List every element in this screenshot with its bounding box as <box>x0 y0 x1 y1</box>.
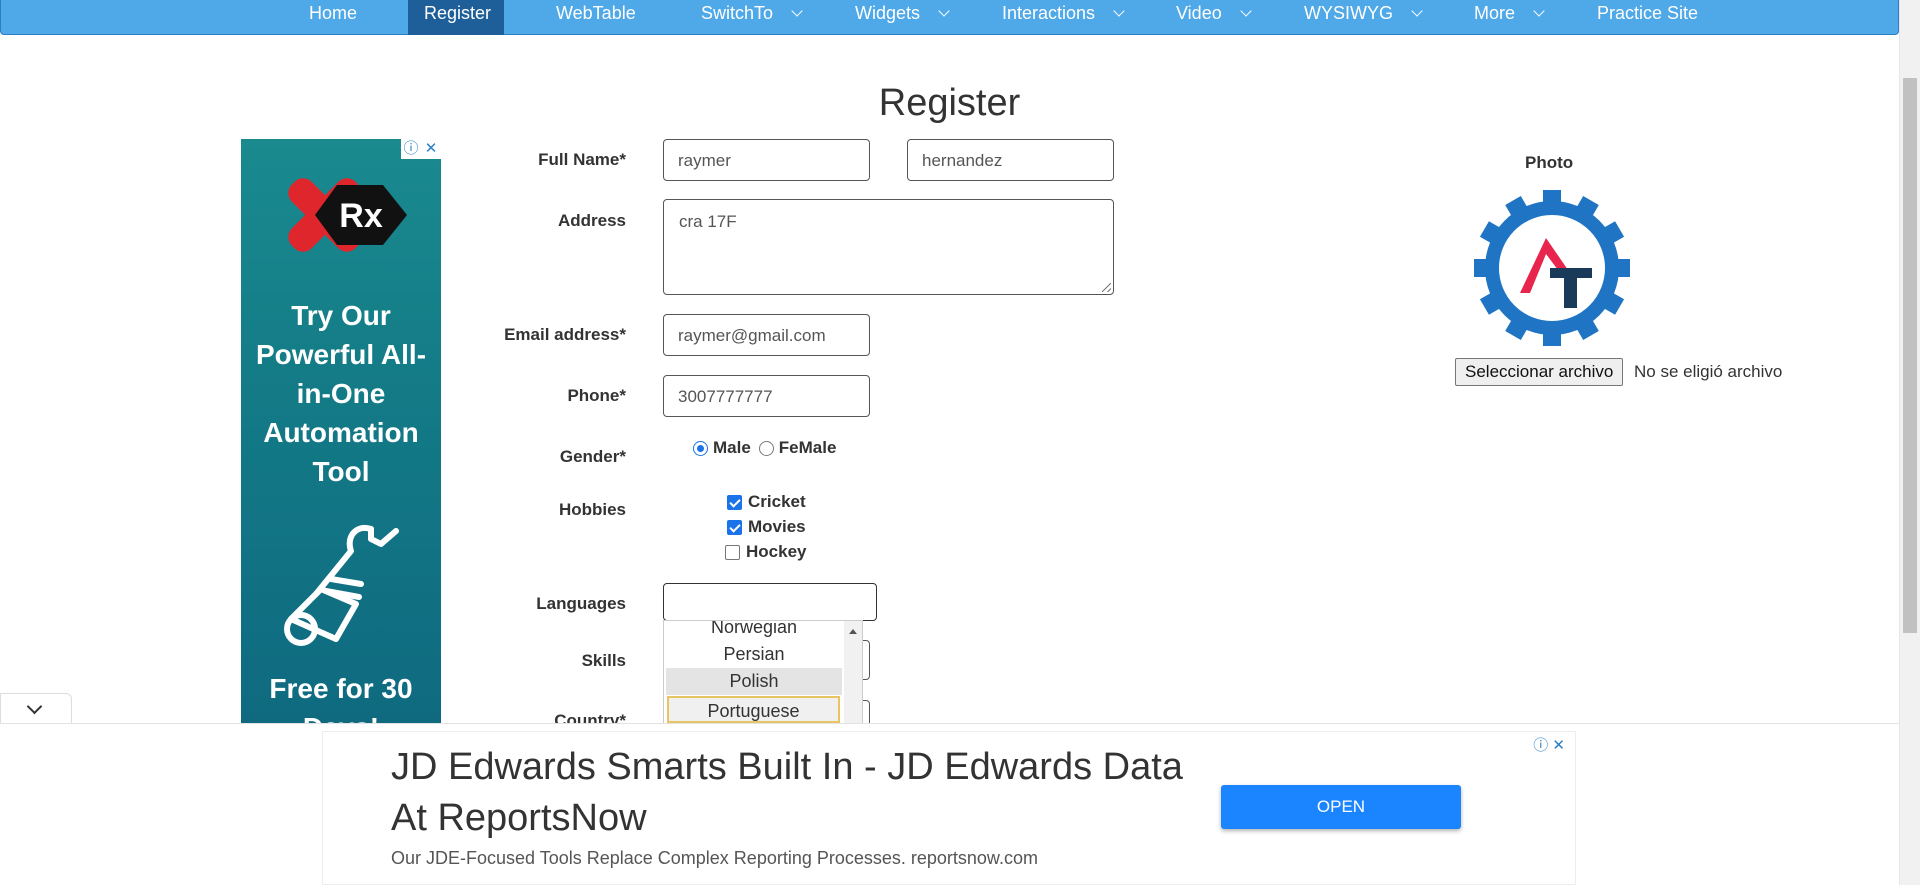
address-value: cra 17F <box>679 212 737 231</box>
chevron-down-icon <box>1533 5 1545 17</box>
chevron-down-icon <box>938 5 950 17</box>
chevron-down-icon <box>1411 5 1423 17</box>
nav-widgets-label: Widgets <box>855 3 921 23</box>
nav-video-label: Video <box>1176 3 1222 23</box>
hobby-hockey: Hockey <box>725 542 806 562</box>
hobby-hockey-checkbox[interactable] <box>725 544 740 560</box>
top-nav: Home Register WebTable SwitchTo Widgets … <box>0 0 1899 35</box>
nav-more[interactable]: More <box>1458 0 1559 35</box>
nav-switchto[interactable]: SwitchTo <box>685 0 817 35</box>
languages-label: Languages <box>536 594 626 613</box>
last-name-input[interactable]: hernandez <box>907 139 1114 181</box>
chevron-down-icon <box>791 5 803 17</box>
hobby-cricket-checkbox[interactable] <box>727 494 742 510</box>
hobbies-label: Hobbies <box>558 500 626 519</box>
rx-brand-text: Rx <box>339 197 383 235</box>
nav-switchto-label: SwitchTo <box>701 3 774 23</box>
dropdown-scrollbar[interactable] <box>844 621 862 724</box>
photo-label: Photo <box>1525 153 1574 172</box>
gender-label: Gender* <box>559 447 626 466</box>
hobby-hockey-label: Hockey <box>746 542 807 561</box>
choose-file-button[interactable]: Seleccionar archivo <box>1455 358 1624 386</box>
page-scrollbar[interactable] <box>1899 0 1920 885</box>
nav-home-label: Home <box>309 3 358 23</box>
collapse-ad-button[interactable] <box>0 693 72 723</box>
hobby-cricket-label: Cricket <box>748 492 806 511</box>
email-label: Email address* <box>504 325 626 344</box>
phone-label: Phone* <box>567 386 626 405</box>
resize-grip-icon[interactable] <box>1102 283 1111 292</box>
page-title: Register <box>878 82 1021 124</box>
address-label: Address <box>557 211 626 230</box>
file-status: No se eligió archivo <box>1634 362 1783 381</box>
ad-info-close-icon[interactable]: ⓘ ✕ <box>1533 734 1565 755</box>
bottom-ad-banner[interactable]: ⓘ ✕ JD Edwards Smarts Built In - JD Edwa… <box>322 731 1576 885</box>
gender-options: Male FeMale <box>693 438 836 458</box>
rx-logo-icon: Rx <box>288 178 407 252</box>
hobby-movies-label: Movies <box>748 517 806 536</box>
language-option[interactable]: Persian <box>666 641 842 668</box>
nav-widgets[interactable]: Widgets <box>839 0 964 35</box>
nav-register[interactable]: Register <box>408 0 504 35</box>
language-option[interactable]: Norwegian <box>666 621 842 641</box>
full-name-label: Full Name* <box>538 150 626 169</box>
ad-headline: JD Edwards Smarts Built In - JD Edwards … <box>391 746 1183 839</box>
nav-practice-site[interactable]: Practice Site <box>1581 0 1714 35</box>
nav-webtable[interactable]: WebTable <box>540 0 652 35</box>
ad-body: Our JDE-Focused Tools Replace Complex Re… <box>391 848 1038 868</box>
scroll-up-icon[interactable] <box>849 629 857 634</box>
hobby-movies-checkbox[interactable] <box>727 519 742 535</box>
chevron-down-icon <box>26 698 43 715</box>
nav-interactions-label: Interactions <box>1002 3 1096 23</box>
gear-logo-icon <box>1474 190 1630 346</box>
hobby-cricket: Cricket <box>727 492 806 512</box>
nav-wysiwyg[interactable]: WYSIWYG <box>1288 0 1437 35</box>
language-option[interactable]: Polish <box>666 668 842 695</box>
nav-register-label: Register <box>424 3 492 23</box>
nav-more-label: More <box>1474 3 1516 23</box>
gender-female-radio[interactable] <box>758 440 774 456</box>
nav-webtable-label: WebTable <box>556 3 636 23</box>
languages-dropdown[interactable]: Norwegian Persian Polish Portuguese <box>663 620 863 725</box>
wrench-hand-icon <box>284 524 399 646</box>
hobby-movies: Movies <box>727 517 806 537</box>
nav-practice-site-label: Practice Site <box>1597 3 1699 23</box>
email-field[interactable]: raymer@gmail.com <box>663 314 870 356</box>
address-textarea[interactable]: cra 17F <box>663 199 1114 295</box>
chevron-down-icon <box>1240 5 1252 17</box>
gender-male-label: Male <box>713 438 751 457</box>
nav-interactions[interactable]: Interactions <box>986 0 1139 35</box>
first-name-input[interactable]: raymer <box>663 139 870 181</box>
gender-male-radio[interactable] <box>693 440 708 456</box>
gender-female-label: FeMale <box>778 438 837 457</box>
scrollbar-thumb[interactable] <box>1903 78 1917 633</box>
nav-video[interactable]: Video <box>1160 0 1266 35</box>
nav-home[interactable]: Home <box>293 0 373 35</box>
phone-field[interactable]: 3007777777 <box>663 375 870 417</box>
languages-input[interactable] <box>663 583 877 621</box>
language-option-highlighted[interactable]: Portuguese <box>667 696 840 723</box>
skills-label: Skills <box>581 651 626 670</box>
nav-wysiwyg-label: WYSIWYG <box>1304 3 1393 23</box>
chevron-down-icon <box>1113 5 1125 17</box>
ad-open-button[interactable]: OPEN <box>1221 785 1461 829</box>
